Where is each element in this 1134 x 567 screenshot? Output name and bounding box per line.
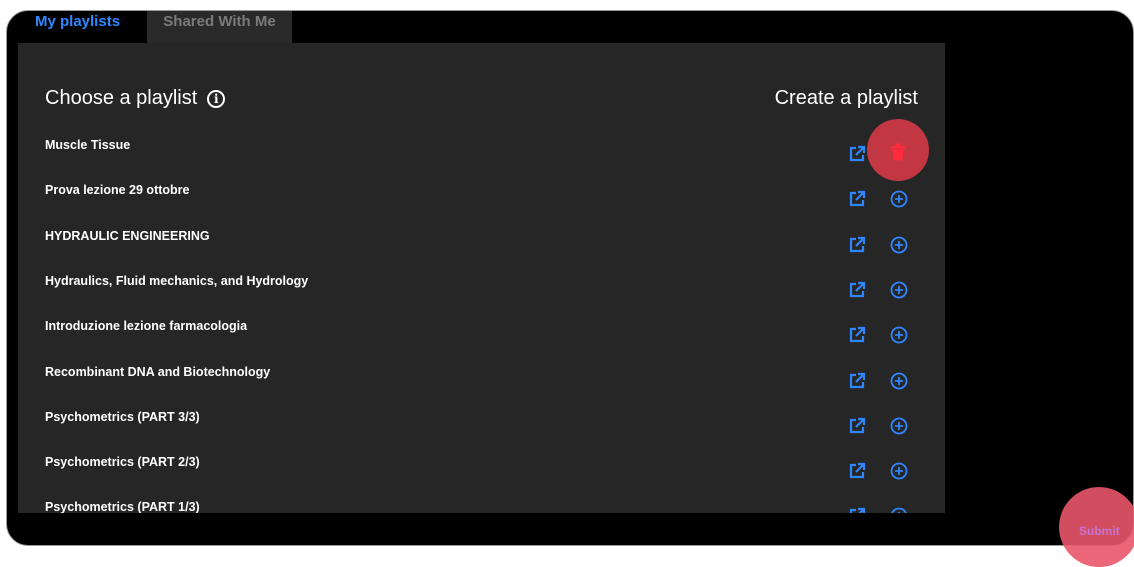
plus-circle-icon[interactable] [890,236,908,254]
tab-shared-with-me[interactable]: Shared With Me [147,11,292,43]
external-link-icon[interactable] [848,372,866,390]
playlist-name: HYDRAULIC ENGINEERING [45,229,210,243]
plus-circle-icon[interactable] [890,372,908,390]
external-link-icon[interactable] [848,236,866,254]
playlist-row: Hydraulics, Fluid mechanics, and Hydrolo… [18,274,945,304]
trash-icon[interactable] [890,143,906,161]
plus-circle-icon[interactable] [890,326,908,344]
playlist-row: Psychometrics (PART 3/3) [18,410,945,440]
playlist-row: Psychometrics (PART 1/3) [18,500,945,513]
playlist-name: Introduzione lezione farmacologia [45,319,248,333]
plus-circle-icon[interactable] [890,462,908,480]
submit-button[interactable]: Submit [1059,487,1134,567]
panel-title: Choose a playlist i [45,87,226,110]
choose-playlist-heading: Choose a playlist [45,87,198,109]
external-link-icon[interactable] [848,417,866,435]
plus-circle-icon[interactable] [890,281,908,299]
playlist-name: Prova lezione 29 ottobre [45,183,190,197]
playlist-row: Muscle Tissue [18,138,945,168]
playlist-row: Introduzione lezione farmacologia [18,319,945,349]
playlist-row: HYDRAULIC ENGINEERING [18,229,945,259]
app-frame: My playlists Shared With Me Choose a pla… [6,10,1134,546]
submit-label: Submit [1079,524,1120,538]
external-link-icon[interactable] [848,507,866,513]
info-icon[interactable]: i [207,89,226,108]
playlist-name: Recombinant DNA and Biotechnology [45,365,271,379]
external-link-icon[interactable] [848,326,866,344]
external-link-icon[interactable] [848,190,866,208]
external-link-icon[interactable] [848,145,866,163]
plus-circle-icon[interactable] [890,507,908,513]
tab-my-playlists[interactable]: My playlists [35,11,120,43]
playlist-row: Psychometrics (PART 2/3) [18,455,945,485]
external-link-icon[interactable] [848,281,866,299]
playlist-row: Recombinant DNA and Biotechnology [18,365,945,395]
plus-circle-icon[interactable] [890,417,908,435]
playlist-name: Psychometrics (PART 1/3) [45,500,200,513]
create-playlist-button[interactable]: Create a playlist [775,87,918,110]
playlist-name: Muscle Tissue [45,138,131,152]
external-link-icon[interactable] [848,462,866,480]
playlist-row: Prova lezione 29 ottobre [18,183,945,213]
playlist-name: Psychometrics (PART 3/3) [45,410,200,424]
playlist-name: Psychometrics (PART 2/3) [45,455,200,469]
plus-circle-icon[interactable] [890,190,908,208]
playlist-name: Hydraulics, Fluid mechanics, and Hydrolo… [45,274,309,288]
playlist-panel: Choose a playlist i Create a playlist Mu… [18,43,945,513]
